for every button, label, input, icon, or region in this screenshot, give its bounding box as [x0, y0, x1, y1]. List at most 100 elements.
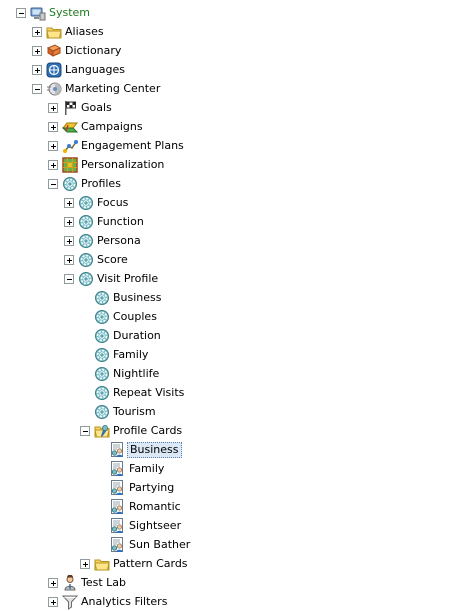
profile-card-icon — [110, 480, 126, 496]
tree-node-focus[interactable]: Focus — [0, 194, 466, 213]
expand-toggle-dictionary[interactable] — [32, 46, 42, 56]
tree-node-label[interactable]: Persona — [95, 234, 143, 248]
tree-node-label[interactable]: Sun Bather — [127, 538, 192, 552]
folder-icon — [46, 24, 62, 40]
tree-node-label[interactable]: Pattern Cards — [111, 557, 190, 571]
tree-node-label[interactable]: Family — [111, 348, 150, 362]
tree-node-business[interactable]: Business — [0, 289, 466, 308]
tree-node-repeat-visits[interactable]: Repeat Visits — [0, 384, 466, 403]
tree-node-label[interactable]: Repeat Visits — [111, 386, 186, 400]
tree-node-label[interactable]: Campaigns — [79, 120, 145, 134]
tree-node-pattern-cards[interactable]: Pattern Cards — [0, 555, 466, 574]
tree-node-label[interactable]: Duration — [111, 329, 163, 343]
tree-node-label[interactable]: Dictionary — [63, 44, 123, 58]
expand-toggle-persona[interactable] — [64, 236, 74, 246]
tree-node-campaigns[interactable]: Campaigns — [0, 118, 466, 137]
tree-node-profile-cards[interactable]: Profile Cards — [0, 422, 466, 441]
tree-node-label[interactable]: Function — [95, 215, 146, 229]
expand-toggle-score[interactable] — [64, 255, 74, 265]
tree-node-label[interactable]: Romantic — [127, 500, 183, 514]
tree-node-label[interactable]: System — [47, 6, 92, 20]
tree-node-label[interactable]: Goals — [79, 101, 114, 115]
expand-toggle-function[interactable] — [64, 217, 74, 227]
tree-node-romantic[interactable]: Romantic — [0, 498, 466, 517]
tree-node-system[interactable]: System — [0, 4, 466, 23]
tree-node-label[interactable]: Focus — [95, 196, 130, 210]
expand-toggle-personalization[interactable] — [48, 160, 58, 170]
engagement-plans-icon — [62, 138, 78, 154]
tree-node-label[interactable]: Partying — [127, 481, 176, 495]
tree-node-business[interactable]: Business — [0, 441, 466, 460]
profile-gear-icon — [78, 195, 94, 211]
tree-node-function[interactable]: Function — [0, 213, 466, 232]
tree-node-tourism[interactable]: Tourism — [0, 403, 466, 422]
expand-toggle-focus[interactable] — [64, 198, 74, 208]
tree-node-duration[interactable]: Duration — [0, 327, 466, 346]
tree-node-sightseer[interactable]: Sightseer — [0, 517, 466, 536]
expand-toggle-pattern-cards[interactable] — [80, 559, 90, 569]
tree-node-languages[interactable]: Languages — [0, 61, 466, 80]
expand-toggle-languages[interactable] — [32, 65, 42, 75]
collapse-toggle-profiles[interactable] — [48, 179, 58, 189]
profile-card-icon — [110, 461, 126, 477]
tree-node-label[interactable]: Marketing Center — [63, 82, 162, 96]
tree-node-marketing-center[interactable]: Marketing Center — [0, 80, 466, 99]
tree-node-label[interactable]: Tourism — [111, 405, 158, 419]
expand-toggle-test-lab[interactable] — [48, 578, 58, 588]
expand-toggle-campaigns[interactable] — [48, 122, 58, 132]
collapse-toggle-profile-cards[interactable] — [80, 426, 90, 436]
profile-gear-icon — [94, 328, 110, 344]
tree-node-label[interactable]: Analytics Filters — [79, 595, 169, 609]
tree-node-label[interactable]: Score — [95, 253, 130, 267]
profile-gear-icon — [78, 252, 94, 268]
tree-node-nightlife[interactable]: Nightlife — [0, 365, 466, 384]
tree-node-label[interactable]: Engagement Plans — [79, 139, 186, 153]
profile-gear-icon — [94, 347, 110, 363]
collapse-toggle-visit-profile[interactable] — [64, 274, 74, 284]
tree-node-label[interactable]: Languages — [63, 63, 127, 77]
tree-node-goals[interactable]: Goals — [0, 99, 466, 118]
tree-node-engagement-plans[interactable]: Engagement Plans — [0, 137, 466, 156]
expand-toggle-engagement-plans[interactable] — [48, 141, 58, 151]
tree-node-visit-profile[interactable]: Visit Profile — [0, 270, 466, 289]
tree-node-partying[interactable]: Partying — [0, 479, 466, 498]
profile-gear-icon — [94, 290, 110, 306]
tree-node-label[interactable]: Family — [127, 462, 166, 476]
tree-node-profiles[interactable]: Profiles — [0, 175, 466, 194]
expand-toggle-aliases[interactable] — [32, 27, 42, 37]
tree-node-label[interactable]: Business — [111, 291, 164, 305]
profile-gear-icon — [62, 176, 78, 192]
profile-gear-icon — [94, 385, 110, 401]
expand-toggle-analytics-filters[interactable] — [48, 597, 58, 607]
tree-node-couples[interactable]: Couples — [0, 308, 466, 327]
tree-node-label[interactable]: Profiles — [79, 177, 123, 191]
tree-node-label[interactable]: Sightseer — [127, 519, 183, 533]
tree-node-label[interactable]: Visit Profile — [95, 272, 160, 286]
profile-gear-icon — [94, 366, 110, 382]
tree-node-test-lab[interactable]: Test Lab — [0, 574, 466, 593]
tree-node-analytics-filters[interactable]: Analytics Filters — [0, 593, 466, 611]
tree-node-family[interactable]: Family — [0, 346, 466, 365]
content-tree: System Aliases Dictionary Languages Marketin… — [0, 0, 466, 611]
profile-gear-icon — [94, 404, 110, 420]
expand-toggle-goals[interactable] — [48, 103, 58, 113]
tree-node-personalization[interactable]: Personalization — [0, 156, 466, 175]
collapse-toggle-system[interactable] — [16, 8, 26, 18]
tree-node-label[interactable]: Test Lab — [79, 576, 128, 590]
dictionary-book-icon — [46, 43, 62, 59]
tree-node-label[interactable]: Business — [127, 442, 182, 458]
tree-node-sun-bather[interactable]: Sun Bather — [0, 536, 466, 555]
tree-node-label[interactable]: Couples — [111, 310, 159, 324]
tree-node-score[interactable]: Score — [0, 251, 466, 270]
tree-node-persona[interactable]: Persona — [0, 232, 466, 251]
tree-node-aliases[interactable]: Aliases — [0, 23, 466, 42]
tree-node-family[interactable]: Family — [0, 460, 466, 479]
marketing-center-icon — [46, 81, 62, 97]
tree-node-label[interactable]: Profile Cards — [111, 424, 184, 438]
tree-node-label[interactable]: Personalization — [79, 158, 166, 172]
collapse-toggle-marketing-center[interactable] — [32, 84, 42, 94]
tree-node-label[interactable]: Aliases — [63, 25, 106, 39]
tree-node-dictionary[interactable]: Dictionary — [0, 42, 466, 61]
profile-card-icon — [110, 499, 126, 515]
tree-node-label[interactable]: Nightlife — [111, 367, 161, 381]
